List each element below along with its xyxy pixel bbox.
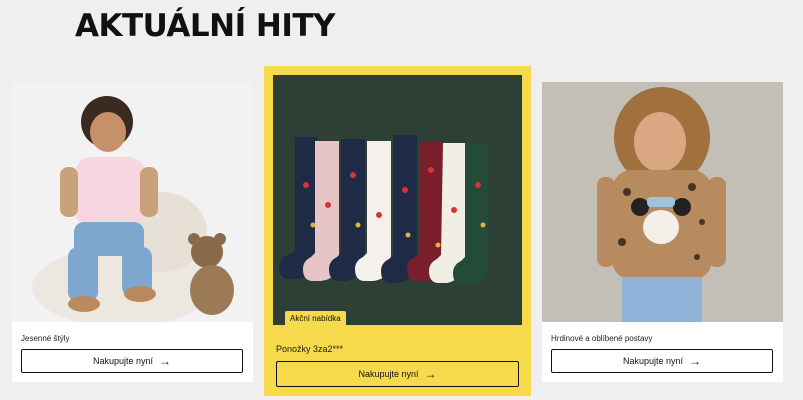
page: AKTUÁLNÍ HITY Jesenné štýly Nakupujte ny… <box>0 0 803 400</box>
shop-now-button[interactable]: Nakupujte nyní → <box>21 349 243 373</box>
card-caption: Ponožky 3za2*** <box>276 344 344 354</box>
promo-badge: Akční nabídka <box>285 311 346 325</box>
shop-now-button[interactable]: Nakupujte nyní → <box>276 361 519 387</box>
product-image-characters[interactable] <box>542 82 783 322</box>
card-caption: Hrdinové a oblíbené postavy <box>551 334 653 343</box>
christmas-socks-illustration <box>273 75 522 325</box>
arrow-right-icon: → <box>689 354 702 368</box>
child-with-teddy-illustration <box>12 82 253 322</box>
shop-now-button[interactable]: Nakupujte nyní → <box>551 349 773 373</box>
product-card-characters[interactable]: Hrdinové a oblíbené postavy Nakupujte ny… <box>542 82 783 382</box>
shop-now-label: Nakupujte nyní <box>358 369 419 379</box>
product-card-autumn[interactable]: Jesenné štýly Nakupujte nyní → <box>12 82 253 382</box>
card-caption: Jesenné štýly <box>21 334 70 343</box>
product-card-socks[interactable]: Akční nabídka Ponožky 3za2*** Nakupujte … <box>264 66 531 396</box>
arrow-right-icon: → <box>424 367 437 381</box>
shop-now-label: Nakupujte nyní <box>92 356 154 366</box>
product-image-socks[interactable]: Akční nabídka <box>273 75 522 325</box>
shop-now-label: Nakupujte nyní <box>622 356 684 366</box>
section-title: AKTUÁLNÍ HITY <box>75 8 335 44</box>
girl-minnie-illustration <box>542 82 783 322</box>
product-image-autumn[interactable] <box>12 82 253 322</box>
arrow-right-icon: → <box>159 354 172 368</box>
